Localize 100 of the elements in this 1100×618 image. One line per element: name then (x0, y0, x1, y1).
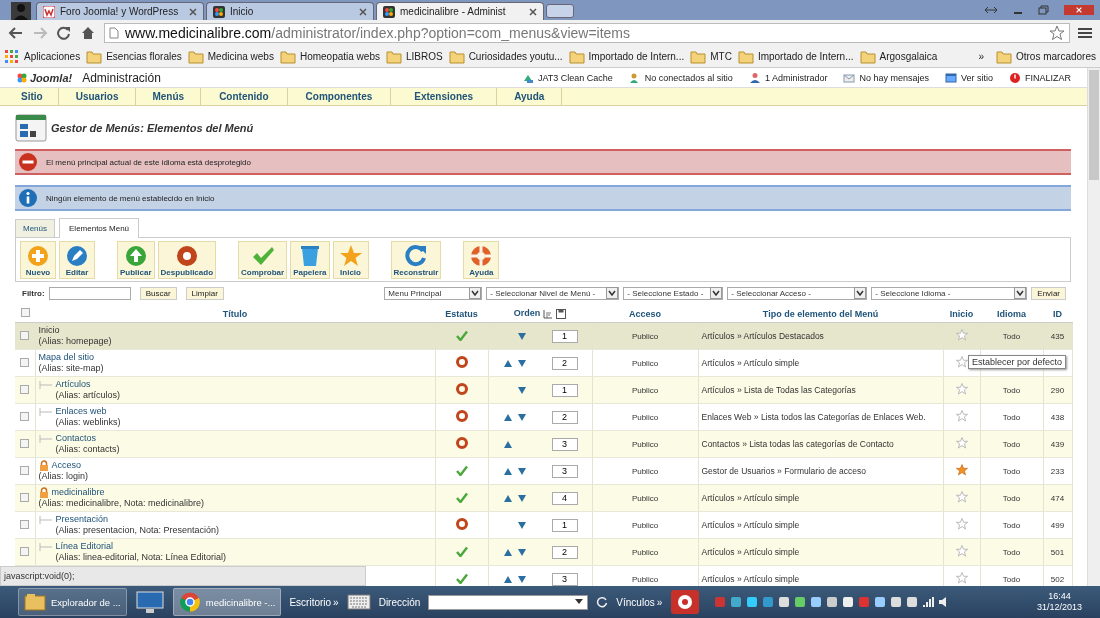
menu-item[interactable]: Componentes (287, 88, 392, 105)
order-field[interactable]: 2 (551, 545, 578, 559)
menu-item[interactable]: Usuarios (58, 88, 137, 105)
item-title-link[interactable]: medicinalibre (51, 487, 105, 498)
menu-item[interactable]: Sitio (6, 88, 59, 105)
order-field[interactable]: 1 (551, 518, 578, 532)
browser-tab[interactable]: Inicio (206, 2, 374, 20)
status-link[interactable]: Ver sitio (944, 71, 993, 84)
menu-item[interactable]: Extensiones (391, 88, 498, 105)
menu-type-text: Artículos » Artículo simple (701, 574, 800, 584)
tooltip: Establecer por defecto (968, 355, 1067, 369)
toolbar-button[interactable]: Papelera (290, 241, 330, 279)
bookmark[interactable]: Importado de Intern... (568, 49, 685, 64)
alias-text: (Alias: contacts) (54, 444, 121, 455)
submit-button[interactable]: Enviar (1031, 286, 1066, 300)
status-link[interactable]: FINALIZAR (1009, 71, 1071, 84)
toolbar-button[interactable]: Nuevo (20, 241, 56, 279)
bookmark[interactable]: Aplicaciones (4, 49, 81, 64)
taskbar-button[interactable]: Explorador de ... (18, 588, 127, 616)
more-button[interactable]: » (656, 596, 663, 608)
order-field[interactable]: 3 (551, 464, 578, 478)
menu-item[interactable]: Contenido (201, 88, 288, 105)
toolbar-button[interactable]: Comprobar (238, 241, 288, 279)
order-field[interactable]: 2 (551, 356, 578, 370)
toolbar-button[interactable]: Editar (59, 241, 95, 279)
column-header[interactable]: Inicio (949, 308, 974, 319)
select-field[interactable]: - Seleccionar Nivel de Menú - (486, 286, 620, 300)
menu-type-text: Contactos » Lista todas las categorías de Contacto (701, 439, 894, 449)
address-field[interactable]: www.medicinalibre.com/administrator/index.php?option=com_menus&view=items (104, 23, 1070, 43)
order-field[interactable]: 1 (551, 329, 578, 343)
access-text: Publico (631, 358, 659, 368)
logo-text: Joomla! (30, 71, 73, 84)
item-title-link[interactable]: Inicio (38, 325, 60, 336)
bookmark[interactable]: Homeopatia webs (279, 49, 380, 64)
status-link[interactable]: No conectados al sitio (628, 71, 733, 84)
column-header[interactable]: Orden (513, 308, 541, 319)
toolbar-button[interactable]: Publicar (117, 241, 155, 279)
item-title-link[interactable]: Línea Editorial (55, 541, 114, 552)
toolbar-button[interactable]: Inicio (332, 241, 369, 279)
order-field[interactable]: 1 (551, 383, 578, 397)
bookmark[interactable]: Medicina webs (187, 49, 274, 64)
alias-text: (Alias: presentacion, Nota: Presentación) (54, 525, 221, 536)
menu-type-text: Artículos » Artículos Destacados (701, 331, 824, 341)
item-title-link[interactable]: Artículos (55, 379, 91, 390)
menu-item[interactable]: Menús (136, 88, 202, 105)
item-title-link[interactable]: Mapa del sitio (38, 352, 95, 363)
select-field[interactable]: - Seleccionar Acceso - (727, 286, 868, 300)
access-text: Publico (631, 493, 659, 503)
browser-tab[interactable]: Foro Joomla! y WordPress (36, 2, 204, 20)
item-title-link[interactable]: Presentación (55, 514, 109, 525)
more-button[interactable]: » (333, 596, 339, 608)
bookmark[interactable]: Otros marcadores (995, 49, 1096, 64)
select-field[interactable]: - Seleccione Idioma - (871, 286, 1028, 300)
access-text: Publico (631, 412, 659, 422)
column-header[interactable]: ID (1053, 308, 1062, 319)
toolbar-button[interactable]: Ayuda (463, 241, 500, 279)
bookmark[interactable]: Argosgalaica (859, 49, 938, 64)
item-title-link[interactable]: Enlaces web (55, 406, 107, 417)
bookmark[interactable]: Esencias florales (86, 49, 182, 64)
filter-button[interactable]: Limpiar (185, 286, 224, 300)
taskbar-button[interactable]: medicinalibre -... (172, 588, 282, 616)
toolbar-label[interactable]: Escritorio (289, 596, 332, 608)
status-link[interactable]: No hay mensajes (843, 71, 929, 84)
bookmark[interactable]: Importado de Intern... (737, 49, 854, 64)
column-header[interactable]: Idioma (997, 308, 1026, 319)
language-text: Todo (1002, 547, 1021, 557)
clock-time[interactable]: 16:44 (1048, 591, 1071, 602)
bookmark[interactable]: MTC (690, 49, 732, 64)
tab[interactable]: Elementos Menú (59, 218, 140, 238)
clock-date[interactable]: 31/12/2013 (1036, 602, 1082, 613)
column-header[interactable]: Título (222, 308, 248, 319)
menu-item[interactable]: Ayuda (497, 88, 563, 105)
language-text: Todo (1002, 574, 1021, 584)
order-field[interactable]: 2 (551, 410, 578, 424)
toolbar-button[interactable]: Despublicado (157, 241, 217, 279)
select-field[interactable]: - Seleccione Estado - (623, 286, 724, 300)
toolbar-label: Dirección (378, 596, 421, 608)
order-field[interactable]: 4 (551, 491, 578, 505)
browser-tab[interactable]: medicinalibre - Administ (376, 2, 544, 20)
status-link[interactable]: JAT3 Clean Cache (521, 71, 613, 84)
column-header[interactable]: Tipo de elemento del Menú (762, 308, 879, 319)
menu-type-text: Gestor de Usuarios » Formulario de acceso (701, 466, 866, 476)
status-link[interactable]: 1 Administrador (748, 71, 828, 84)
order-field[interactable]: 3 (551, 572, 578, 586)
filter-button[interactable]: Buscar (139, 286, 177, 300)
language-text: Todo (1002, 493, 1021, 503)
tab[interactable]: Menús (15, 219, 55, 237)
bookmark[interactable]: LIBROS (385, 49, 443, 64)
item-title-link[interactable]: Contactos (55, 433, 97, 444)
column-header[interactable]: Acceso (629, 308, 661, 319)
language-text: Todo (1002, 466, 1021, 476)
order-field[interactable]: 3 (551, 437, 578, 451)
page-title: Gestor de Menús: Elementos del Menú (51, 122, 254, 134)
url-text: www.medicinalibre.com/administrator/index.php?option=com_menus&view=items (125, 25, 632, 41)
bookmark[interactable]: Curiosidades youtu... (448, 49, 563, 64)
column-header[interactable]: Estatus (445, 308, 478, 319)
item-title-link[interactable]: Acceso (51, 460, 81, 471)
select-field[interactable]: Menu Principal (384, 286, 483, 300)
more-bookmarks-button[interactable]: » (972, 51, 990, 62)
toolbar-button[interactable]: Reconstruir (390, 241, 442, 279)
